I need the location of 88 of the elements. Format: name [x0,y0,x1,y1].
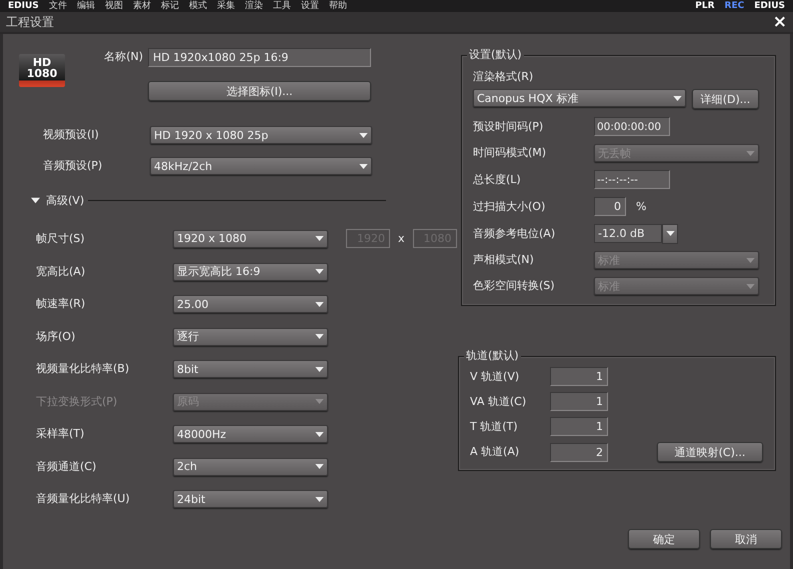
dropdown[interactable]: 逐行 [173,328,328,346]
dropdown[interactable]: 显示宽高比 16:9 [173,262,328,280]
field-label: 色彩空间转换(S) [473,278,556,294]
text-field[interactable]: 00:00:00:00 [594,117,670,136]
menu-item[interactable]: 渲染 [244,0,263,12]
caret-icon [315,399,324,404]
field-label: 声相模式(N) [473,252,535,268]
field-label: T 轨道(T) [470,418,519,434]
caret-icon [315,496,324,502]
field-label: A 轨道(A) [470,444,520,460]
mode-toggle[interactable]: REC [724,0,744,12]
caret-icon [315,302,324,306]
caret-icon [315,269,324,274]
field-label: 视频量化比特率(B) [36,361,130,377]
field-label: V 轨道(V) [470,368,520,384]
field-label: VA 轨道(C) [470,394,528,410]
menu-item[interactable]: 素材 [132,0,151,12]
caret-icon [746,258,755,262]
app-logo: EDIUS [8,0,39,12]
menu-item[interactable]: 视图 [104,0,123,12]
caret-icon [673,96,682,100]
icon-text: HD [32,57,52,68]
caret-icon [315,366,324,372]
menu-item[interactable]: 设置 [300,0,319,12]
track-count-field[interactable]: 2 [550,442,608,462]
text-field[interactable]: --:--:--:-- [594,170,670,189]
track-count-field[interactable]: 1 [550,417,608,436]
section-label[interactable]: 高级(V) [46,193,84,208]
field-label: 帧尺寸(S) [36,230,86,246]
menu-item[interactable]: 帮助 [328,0,347,12]
dropdown[interactable]: 1920 x 1080 [173,230,328,248]
menu-item[interactable]: 采集 [216,0,235,12]
field-label: 下拉变换形式(P) [36,394,118,410]
dropdown[interactable]: 48000Hz [173,425,328,443]
menu-item[interactable]: 文件 [48,0,67,12]
details-button[interactable]: 详细(D)... [692,89,759,109]
caret-icon [666,231,674,236]
number-field[interactable]: 0 [594,197,626,216]
field-label: 渲染格式(R) [473,70,534,83]
field-label: 宽高比(A) [36,264,86,280]
track-count-field[interactable]: 1 [550,392,608,411]
field-label: 过扫描大小(O) [473,198,546,214]
channel-map-button[interactable]: 通道映射(C)... [657,442,763,462]
group-title: 设置(默认) [467,48,524,62]
caret-icon [746,150,755,156]
caret-icon [359,132,368,138]
field-label: 音频量化比特率(U) [36,491,131,507]
menu-item[interactable]: 标记 [160,0,179,12]
caret-icon [315,464,324,469]
caret-icon [746,284,755,288]
dropdown[interactable]: 8bit [173,360,328,378]
field-label: 预设时间码(P) [473,118,544,134]
name-field[interactable]: HD 1920x1080 25p 16:9 [148,48,371,67]
caret-icon [315,236,324,241]
brand-logo: EDIUS [754,0,785,12]
field-label: 名称(N) [103,49,143,65]
dropdown[interactable]: 2ch [173,458,328,476]
field-label: 视频预设(I) [43,127,100,143]
field-label: 场序(O) [36,328,76,344]
dropdown[interactable]: Canopus HQX 标准 [473,89,686,107]
dropdown[interactable]: HD 1920 x 1080 25p [150,126,372,144]
track-count-field[interactable]: 1 [550,367,608,386]
choose-icon-button[interactable]: 选择图标(I)... [148,81,371,101]
field-label: 音频预设(P) [43,158,104,174]
field-label: 音频通道(C) [36,458,98,474]
field-label: 音频参考电位(A) [473,226,556,242]
close-button[interactable]: × [772,13,787,31]
dropdown[interactable]: 25.00 [173,295,328,313]
window-title: 工程设置 [6,14,55,30]
cancel-button[interactable]: 取消 [710,529,782,549]
dropdown[interactable]: 24bit [173,490,328,508]
field-label: 帧速率(R) [36,296,86,312]
separator-text: x [398,232,405,245]
caret-icon [315,432,324,436]
caret-icon [359,164,368,168]
menu-item[interactable]: 模式 [188,0,207,12]
ok-button[interactable]: 确定 [628,529,700,549]
field-label: 总长度(L) [473,172,522,188]
unit-text: % [636,200,646,213]
icon-text: 1080 [26,68,58,79]
dropdown[interactable]: 48kHz/2ch [150,157,372,175]
menu-item[interactable]: 编辑 [76,0,95,12]
caret-icon [315,334,324,339]
field-label: 采样率(T) [36,426,86,442]
menu-item[interactable]: 工具 [272,0,291,12]
mode-toggle[interactable]: PLR [695,0,715,12]
field-label: 时间码模式(M) [473,145,548,161]
group-title: 轨道(默认) [464,349,521,363]
